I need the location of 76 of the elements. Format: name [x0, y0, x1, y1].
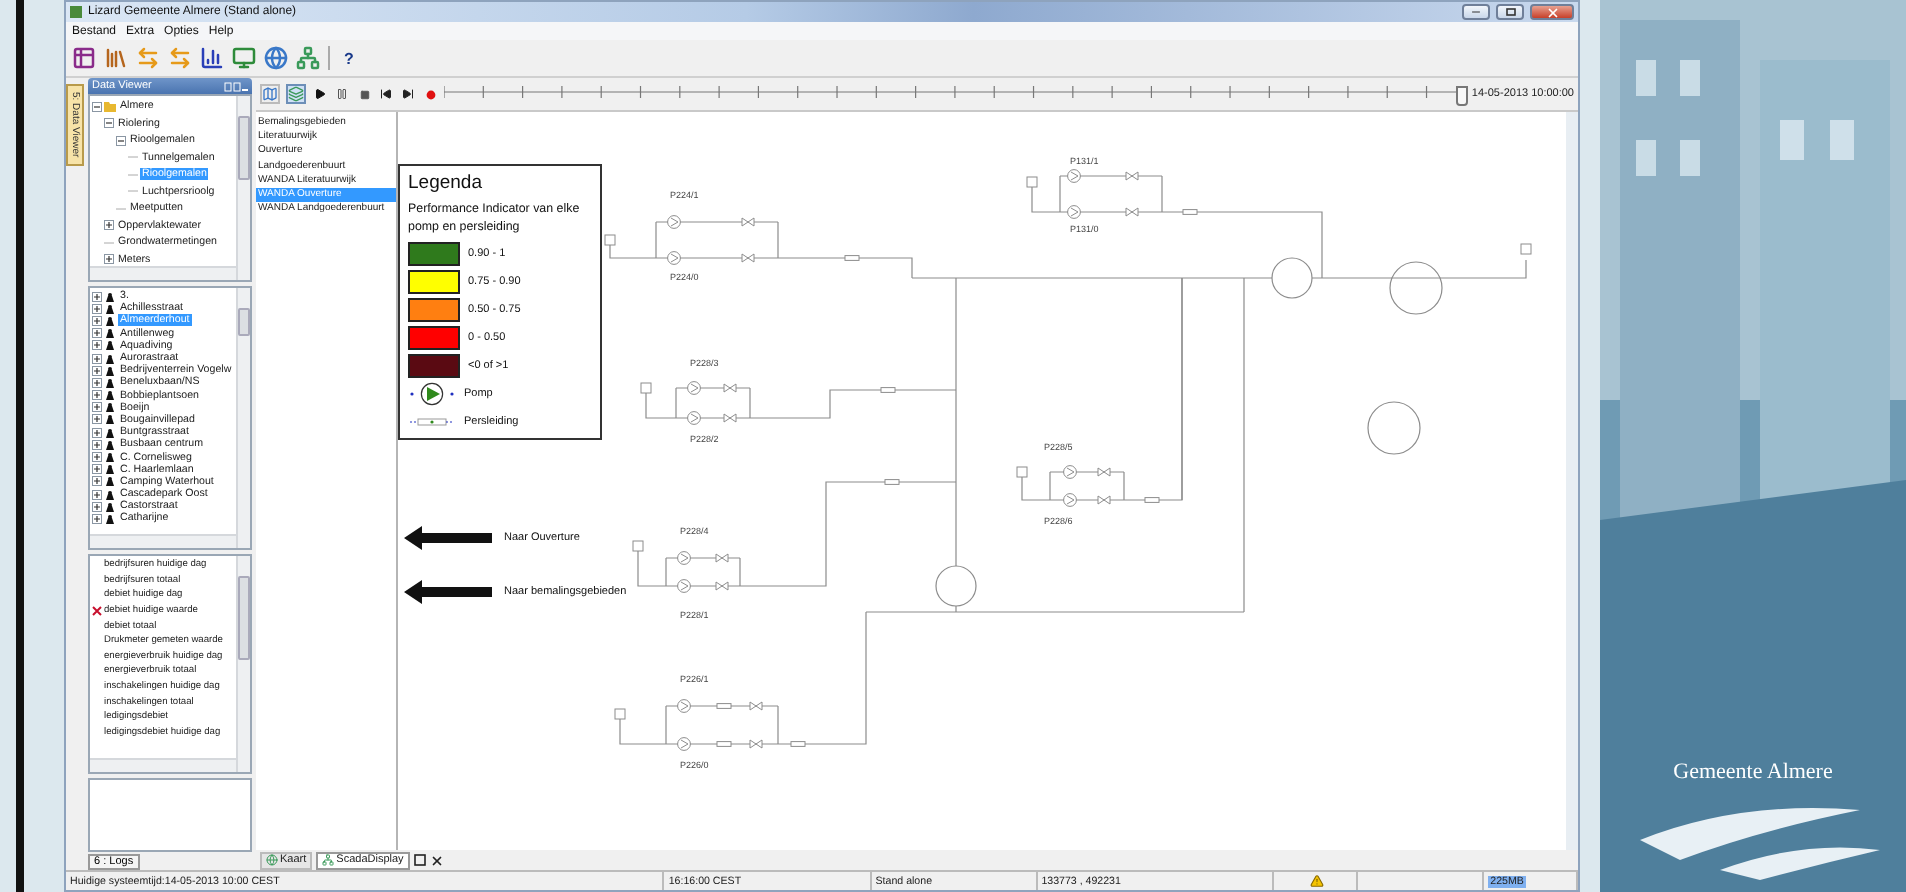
basin-icon	[1271, 257, 1313, 299]
scrollbar[interactable]	[236, 288, 250, 548]
pump-icon	[408, 381, 456, 405]
wallpaper-caption: Gemeente Almere	[1673, 760, 1833, 784]
expander-icon[interactable]	[92, 501, 102, 512]
expander-icon[interactable]	[92, 101, 102, 112]
tree-line-icon	[104, 237, 114, 248]
app-icon	[70, 6, 82, 18]
close-icon[interactable]	[429, 853, 444, 867]
monitor-icon[interactable]	[232, 46, 256, 70]
help-button[interactable]: ?	[338, 49, 360, 67]
expander-icon[interactable]	[92, 328, 102, 339]
expander-icon[interactable]	[92, 489, 102, 500]
expander-icon[interactable]	[92, 340, 102, 351]
expander-icon[interactable]	[92, 427, 102, 438]
expander-icon[interactable]	[104, 220, 114, 231]
bar-chart-icon[interactable]	[200, 46, 224, 70]
stop-button[interactable]	[356, 86, 372, 102]
left-arrow-icon[interactable]	[404, 526, 492, 550]
pipe-icon	[408, 415, 456, 427]
expander-icon[interactable]	[92, 303, 102, 314]
tree-line-icon	[128, 186, 138, 197]
timeline-thumb[interactable]	[1455, 86, 1468, 106]
restore-icon[interactable]	[413, 854, 426, 866]
panel-controls-icon[interactable]	[224, 81, 248, 91]
expander-icon[interactable]	[92, 353, 102, 364]
expander-icon[interactable]	[92, 291, 102, 302]
close-button[interactable]	[1530, 4, 1574, 20]
network-icon	[322, 854, 335, 866]
expander-icon[interactable]	[92, 513, 102, 524]
network-icon[interactable]	[296, 46, 320, 70]
expander-icon[interactable]	[92, 452, 102, 463]
scrollbar[interactable]	[90, 266, 236, 280]
folder-icon	[104, 100, 116, 113]
maximize-icon	[1505, 8, 1515, 16]
expander-icon[interactable]	[104, 254, 114, 265]
expander-icon[interactable]	[92, 439, 102, 450]
globe-icon	[266, 854, 278, 866]
scrollbar[interactable]	[90, 758, 236, 772]
terminal-icon	[1520, 243, 1532, 255]
record-button[interactable]	[422, 86, 438, 102]
layers-toggle[interactable]	[286, 84, 306, 104]
expander-icon[interactable]	[92, 390, 102, 401]
map-toggle[interactable]	[260, 84, 280, 104]
basin-icon	[1389, 261, 1443, 315]
scrollbar[interactable]	[236, 96, 250, 280]
table-icon[interactable]	[72, 46, 96, 70]
skip-back-button[interactable]	[378, 86, 394, 102]
tree-line-icon	[128, 169, 138, 180]
timeline-slider[interactable]	[444, 84, 1466, 104]
tree-line-icon	[116, 203, 126, 214]
expander-icon[interactable]	[92, 377, 102, 388]
basin-icon	[1367, 401, 1421, 455]
expander-icon[interactable]	[92, 464, 102, 475]
close-icon	[1545, 5, 1559, 19]
expander-icon[interactable]	[92, 476, 102, 487]
globe-icon[interactable]	[264, 46, 288, 70]
minimize-button[interactable]	[1462, 4, 1490, 20]
scrollbar[interactable]	[90, 534, 236, 548]
expander-icon[interactable]	[116, 135, 126, 146]
books-icon[interactable]	[104, 46, 128, 70]
left-arrow-icon[interactable]	[404, 580, 492, 604]
scrollbar[interactable]	[236, 556, 250, 772]
expander-icon[interactable]	[104, 118, 114, 129]
legend-title: Legenda	[408, 172, 484, 194]
expander-icon[interactable]	[92, 365, 102, 376]
basin-icon	[935, 565, 977, 607]
play-button[interactable]	[312, 86, 328, 102]
pause-button[interactable]	[334, 86, 350, 102]
expander-icon[interactable]	[92, 414, 102, 425]
tree-line-icon	[128, 152, 138, 163]
minimize-icon	[1470, 6, 1482, 18]
maximize-button[interactable]	[1496, 4, 1524, 20]
expander-icon[interactable]	[92, 402, 102, 413]
skip-forward-button[interactable]	[400, 86, 416, 102]
expander-icon[interactable]	[92, 315, 102, 326]
